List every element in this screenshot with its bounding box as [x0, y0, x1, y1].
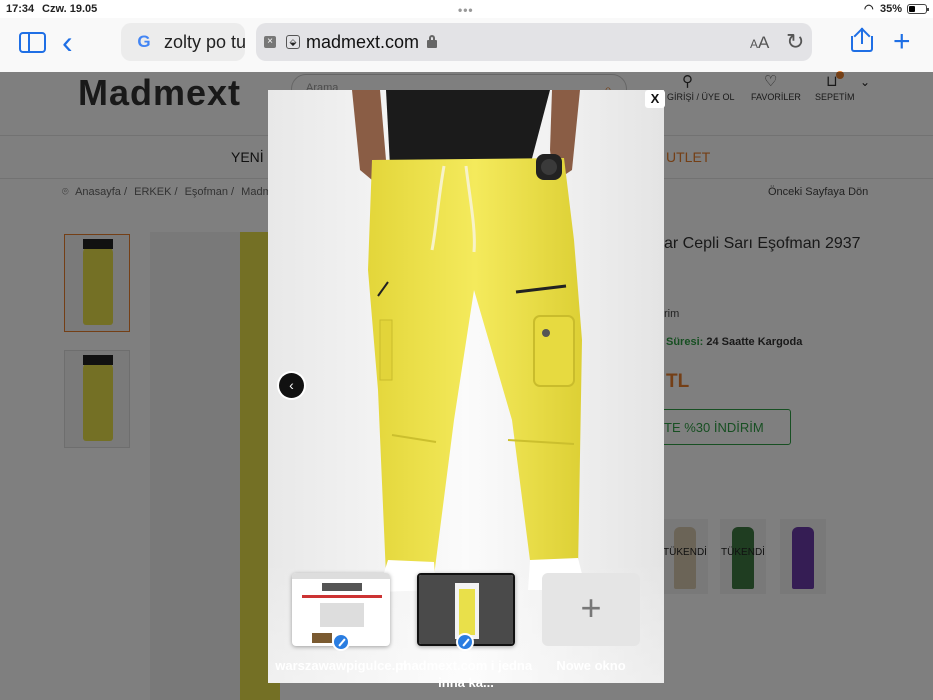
google-icon: G — [137, 32, 151, 51]
url-text: madmext.com — [306, 32, 420, 52]
multitasking-dots-icon[interactable]: ••• — [458, 3, 474, 17]
safari-app-icon — [456, 633, 474, 651]
battery-icon — [907, 4, 929, 14]
safari-toolbar: ‹ G zolty po tu × ⬙ madmext.com AA ↻ + — [0, 18, 933, 72]
status-date: Czw. 19.05 — [42, 3, 98, 15]
lock-icon — [427, 35, 437, 48]
tab-title: zolty po tu — [164, 32, 245, 52]
wifi-icon: ◠ — [864, 3, 874, 15]
status-bar: 17:34 Czw. 19.05 ••• ◠ 35% — [0, 0, 933, 18]
share-icon[interactable] — [851, 27, 873, 52]
new-window-button[interactable]: + — [542, 573, 640, 646]
status-time: 17:34 — [6, 3, 35, 15]
tab-preview-label: warszawawpigulce.pl — [275, 658, 407, 673]
lightbox-close-button[interactable]: X — [645, 90, 665, 108]
address-bar[interactable]: × ⬙ madmext.com AA ↻ — [256, 23, 812, 61]
safari-app-icon — [332, 633, 350, 651]
sidebar-icon[interactable] — [19, 32, 46, 53]
text-size-button[interactable]: AA — [750, 33, 769, 53]
lightbox-prev-arrow[interactable]: ‹ — [279, 373, 304, 398]
tab-google-search[interactable]: G zolty po tu — [121, 23, 245, 61]
back-icon[interactable]: ‹ — [62, 26, 73, 58]
new-tab-icon[interactable]: + — [893, 27, 911, 57]
reload-icon[interactable]: ↻ — [786, 29, 804, 55]
black-shirt — [386, 90, 550, 166]
new-window-label: Nowe okno — [556, 658, 626, 673]
site-favicon-icon: ⬙ — [286, 35, 300, 49]
tab-preview-label: madmext.com i jedna inna ka... — [399, 658, 533, 690]
close-tab-icon[interactable]: × — [264, 36, 276, 48]
battery-percent: 35% — [880, 3, 903, 15]
